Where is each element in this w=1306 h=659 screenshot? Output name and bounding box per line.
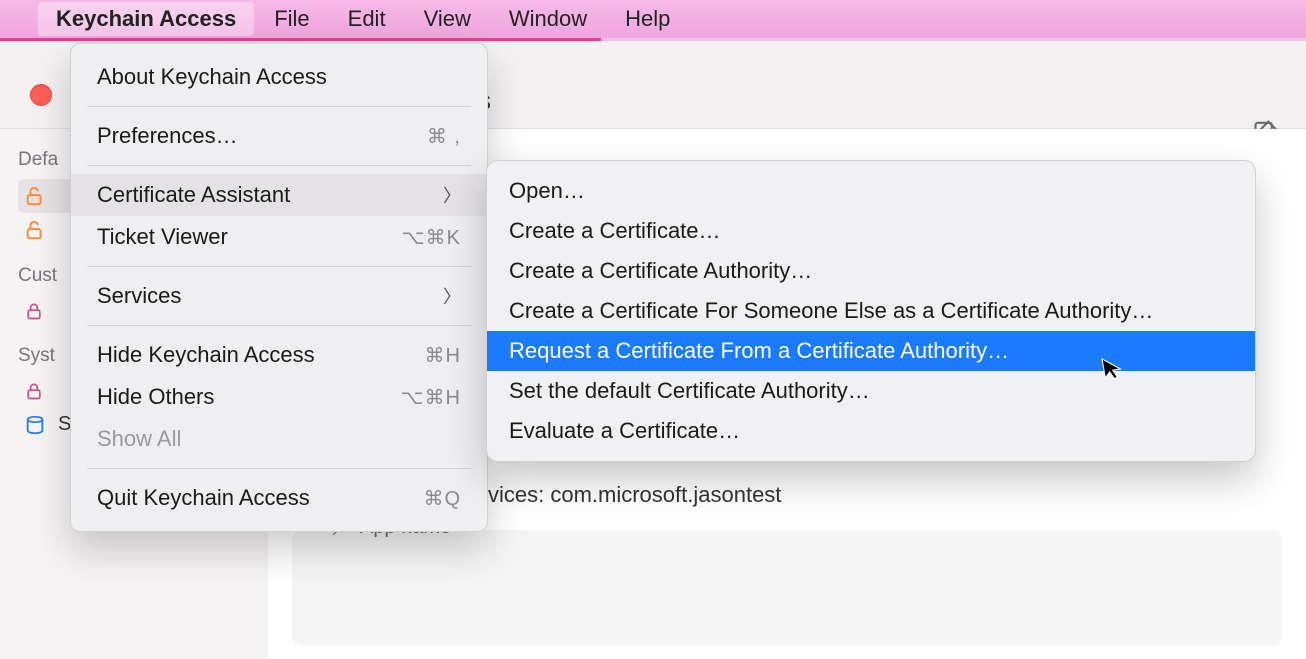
- submenu-open[interactable]: Open…: [487, 171, 1255, 211]
- shortcut-label: ⌘Q: [423, 486, 461, 511]
- menu-hide-app[interactable]: Hide Keychain Access⌘H: [71, 334, 487, 376]
- lock-icon: [24, 301, 44, 321]
- lock-icon: [24, 381, 44, 401]
- close-window-button[interactable]: [30, 84, 52, 106]
- menu-separator: [87, 266, 471, 267]
- database-icon: [24, 414, 46, 436]
- menu-quit[interactable]: Quit Keychain Access⌘Q: [71, 477, 487, 519]
- menu-separator: [87, 325, 471, 326]
- submenu-evaluate[interactable]: Evaluate a Certificate…: [487, 411, 1255, 451]
- menu-file[interactable]: File: [256, 2, 327, 36]
- shortcut-label: ⌘H: [425, 343, 461, 368]
- menu-separator: [87, 165, 471, 166]
- shortcut-label: ⌥⌘H: [401, 385, 462, 410]
- submenu-set-default-ca[interactable]: Set the default Certificate Authority…: [487, 371, 1255, 411]
- menu-window[interactable]: Window: [491, 2, 605, 36]
- unlock-icon: [24, 219, 46, 241]
- menu-preferences[interactable]: Preferences…⌘ ,: [71, 115, 487, 157]
- chevron-right-icon: 〉: [443, 283, 461, 309]
- menu-separator: [87, 468, 471, 469]
- submenu-create-for-someone[interactable]: Create a Certificate For Someone Else as…: [487, 291, 1255, 331]
- submenu-request-cert[interactable]: Request a Certificate From a Certificate…: [487, 331, 1255, 371]
- menu-help[interactable]: Help: [607, 2, 688, 36]
- submenu-create-ca[interactable]: Create a Certificate Authority…: [487, 251, 1255, 291]
- shortcut-label: ⌥⌘K: [402, 225, 461, 250]
- menu-services[interactable]: Services〉: [71, 275, 487, 317]
- menu-ticket-viewer[interactable]: Ticket Viewer⌥⌘K: [71, 216, 487, 258]
- app-menu-dropdown: About Keychain Access Preferences…⌘ , Ce…: [70, 43, 488, 532]
- menu-app[interactable]: Keychain Access: [38, 2, 254, 36]
- menu-edit[interactable]: Edit: [330, 2, 404, 36]
- submenu-create-cert[interactable]: Create a Certificate…: [487, 211, 1255, 251]
- menu-view[interactable]: View: [406, 2, 489, 36]
- detail-panel: [292, 530, 1282, 646]
- chevron-right-icon: 〉: [443, 182, 461, 208]
- menu-certificate-assistant[interactable]: Certificate Assistant〉: [71, 174, 487, 216]
- shortcut-label: ⌘ ,: [427, 124, 461, 149]
- menu-separator: [87, 106, 471, 107]
- services-text: vices: com.microsoft.jasontest: [488, 482, 781, 508]
- menubar: Keychain Access File Edit View Window He…: [0, 0, 1306, 38]
- menu-about[interactable]: About Keychain Access: [71, 56, 487, 98]
- certificate-assistant-submenu: Open… Create a Certificate… Create a Cer…: [486, 160, 1256, 462]
- unlock-icon: [24, 185, 46, 207]
- menu-hide-others[interactable]: Hide Others⌥⌘H: [71, 376, 487, 418]
- menu-show-all: Show All: [71, 418, 487, 460]
